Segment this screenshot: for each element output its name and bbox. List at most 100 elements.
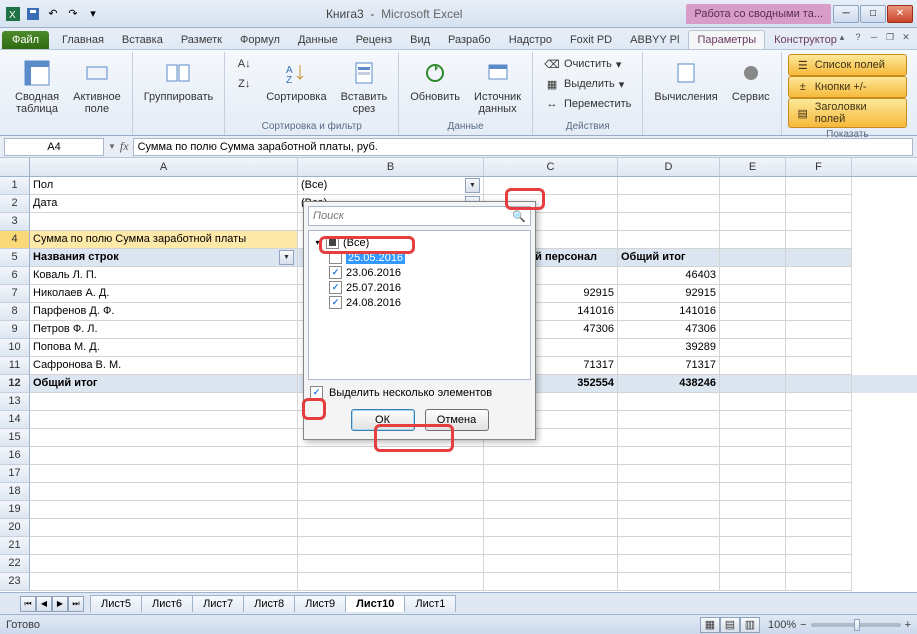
cell[interactable]: 438246 bbox=[618, 375, 720, 393]
filter-item-list[interactable]: ▾ (Все) 25.05.201623.06.201625.07.201624… bbox=[308, 230, 531, 380]
cell[interactable] bbox=[720, 465, 786, 483]
minimize-button[interactable]: ─ bbox=[833, 5, 859, 23]
cell[interactable] bbox=[720, 501, 786, 519]
col-header-e[interactable]: E bbox=[720, 158, 786, 176]
data-source-button[interactable]: Источник данных bbox=[469, 54, 526, 118]
cell[interactable] bbox=[298, 519, 484, 537]
cell[interactable] bbox=[720, 267, 786, 285]
cell[interactable] bbox=[298, 573, 484, 591]
cell[interactable] bbox=[484, 447, 618, 465]
col-header-b[interactable]: B bbox=[298, 158, 484, 176]
sheet-nav-first-icon[interactable]: ⏮ bbox=[20, 596, 36, 612]
row-header[interactable]: 8 bbox=[0, 303, 30, 321]
tab-developer[interactable]: Разрабо bbox=[439, 30, 500, 49]
tab-data[interactable]: Данные bbox=[289, 30, 347, 49]
cell[interactable]: Общий итог bbox=[30, 375, 298, 393]
cell[interactable] bbox=[30, 501, 298, 519]
cell[interactable]: (Все)▼ bbox=[298, 177, 484, 195]
pivot-table-button[interactable]: Сводная таблица bbox=[10, 54, 64, 118]
cell[interactable] bbox=[720, 375, 786, 393]
cell[interactable]: Коваль Л. П. bbox=[30, 267, 298, 285]
sheet-tab[interactable]: Лист5 bbox=[90, 595, 142, 612]
tab-foxit[interactable]: Foxit PD bbox=[561, 30, 621, 49]
cell[interactable] bbox=[30, 465, 298, 483]
cell[interactable] bbox=[30, 429, 298, 447]
row-header[interactable]: 5 bbox=[0, 249, 30, 267]
maximize-button[interactable]: □ bbox=[860, 5, 886, 23]
cell[interactable] bbox=[786, 537, 852, 555]
cell[interactable] bbox=[786, 393, 852, 411]
row-header[interactable]: 18 bbox=[0, 483, 30, 501]
row-header[interactable]: 11 bbox=[0, 357, 30, 375]
row-header[interactable]: 12 bbox=[0, 375, 30, 393]
cell[interactable] bbox=[618, 483, 720, 501]
cell[interactable] bbox=[618, 411, 720, 429]
ribbon-minimize-icon[interactable]: ▴ bbox=[835, 30, 849, 44]
sheet-tab[interactable]: Лист6 bbox=[141, 595, 193, 612]
cell[interactable] bbox=[720, 249, 786, 267]
cell[interactable] bbox=[30, 393, 298, 411]
col-header-c[interactable]: C bbox=[484, 158, 618, 176]
cell[interactable] bbox=[484, 573, 618, 591]
cell[interactable] bbox=[30, 555, 298, 573]
redo-icon[interactable]: ↷ bbox=[64, 5, 82, 23]
help-icon[interactable]: ? bbox=[851, 30, 865, 44]
cell[interactable] bbox=[786, 321, 852, 339]
filter-search-input[interactable] bbox=[313, 210, 512, 222]
insert-slicer-button[interactable]: Вставить срез bbox=[336, 54, 393, 118]
filter-search[interactable]: 🔍 bbox=[308, 206, 531, 226]
cell[interactable] bbox=[786, 249, 852, 267]
row-header[interactable]: 14 bbox=[0, 411, 30, 429]
filter-item[interactable]: 23.06.2016 bbox=[311, 265, 528, 280]
sheet-nav-next-icon[interactable]: ▶ bbox=[52, 596, 68, 612]
select-button[interactable]: ▦Выделить ▾ bbox=[539, 74, 636, 94]
checkbox[interactable] bbox=[329, 266, 342, 279]
tab-home[interactable]: Главная bbox=[53, 30, 113, 49]
normal-view-icon[interactable]: ▦ bbox=[700, 617, 720, 633]
cell[interactable]: 92915 bbox=[618, 285, 720, 303]
cell[interactable] bbox=[720, 429, 786, 447]
sheet-nav-last-icon[interactable]: ⏭ bbox=[68, 596, 84, 612]
row-header[interactable]: 22 bbox=[0, 555, 30, 573]
close-button[interactable]: ✕ bbox=[887, 5, 913, 23]
sheet-tab[interactable]: Лист1 bbox=[404, 595, 456, 612]
cell[interactable]: Пол bbox=[30, 177, 298, 195]
cell[interactable] bbox=[720, 177, 786, 195]
cell[interactable] bbox=[720, 195, 786, 213]
worksheet[interactable]: A B C D E F 1Пол(Все)▼2Дата(Все)▼34Сумма… bbox=[0, 158, 917, 592]
cell[interactable]: 47306 bbox=[618, 321, 720, 339]
cell[interactable] bbox=[786, 285, 852, 303]
cell[interactable] bbox=[298, 483, 484, 501]
cell[interactable] bbox=[720, 537, 786, 555]
cell[interactable] bbox=[786, 447, 852, 465]
multi-select-row[interactable]: Выделить несколько элементов bbox=[310, 386, 529, 399]
cell[interactable]: 39289 bbox=[618, 339, 720, 357]
file-tab[interactable]: Файл bbox=[2, 31, 49, 49]
tab-abbyy[interactable]: ABBYY Pl bbox=[621, 30, 688, 49]
undo-icon[interactable]: ↶ bbox=[44, 5, 62, 23]
cell[interactable] bbox=[618, 465, 720, 483]
row-header[interactable]: 6 bbox=[0, 267, 30, 285]
cell[interactable] bbox=[786, 375, 852, 393]
tab-options[interactable]: Параметры bbox=[688, 30, 765, 49]
cell[interactable] bbox=[786, 483, 852, 501]
cell[interactable] bbox=[786, 573, 852, 591]
cell[interactable]: Сумма по полю Сумма заработной платы bbox=[30, 231, 298, 249]
cell[interactable] bbox=[618, 519, 720, 537]
wb-close-icon[interactable]: ✕ bbox=[899, 30, 913, 44]
cell[interactable] bbox=[786, 501, 852, 519]
cell[interactable] bbox=[484, 177, 618, 195]
cell[interactable] bbox=[720, 213, 786, 231]
cell[interactable] bbox=[618, 429, 720, 447]
cell[interactable] bbox=[720, 393, 786, 411]
plusminus-button[interactable]: ±Кнопки +/- bbox=[788, 76, 907, 98]
calculations-button[interactable]: Вычисления bbox=[649, 54, 722, 106]
cell[interactable] bbox=[618, 213, 720, 231]
cell[interactable] bbox=[786, 519, 852, 537]
cell[interactable] bbox=[30, 573, 298, 591]
tools-button[interactable]: Сервис bbox=[727, 54, 775, 106]
wb-restore-icon[interactable]: ❐ bbox=[883, 30, 897, 44]
cell[interactable] bbox=[786, 465, 852, 483]
sheet-tab[interactable]: Лист8 bbox=[243, 595, 295, 612]
cell[interactable] bbox=[720, 555, 786, 573]
